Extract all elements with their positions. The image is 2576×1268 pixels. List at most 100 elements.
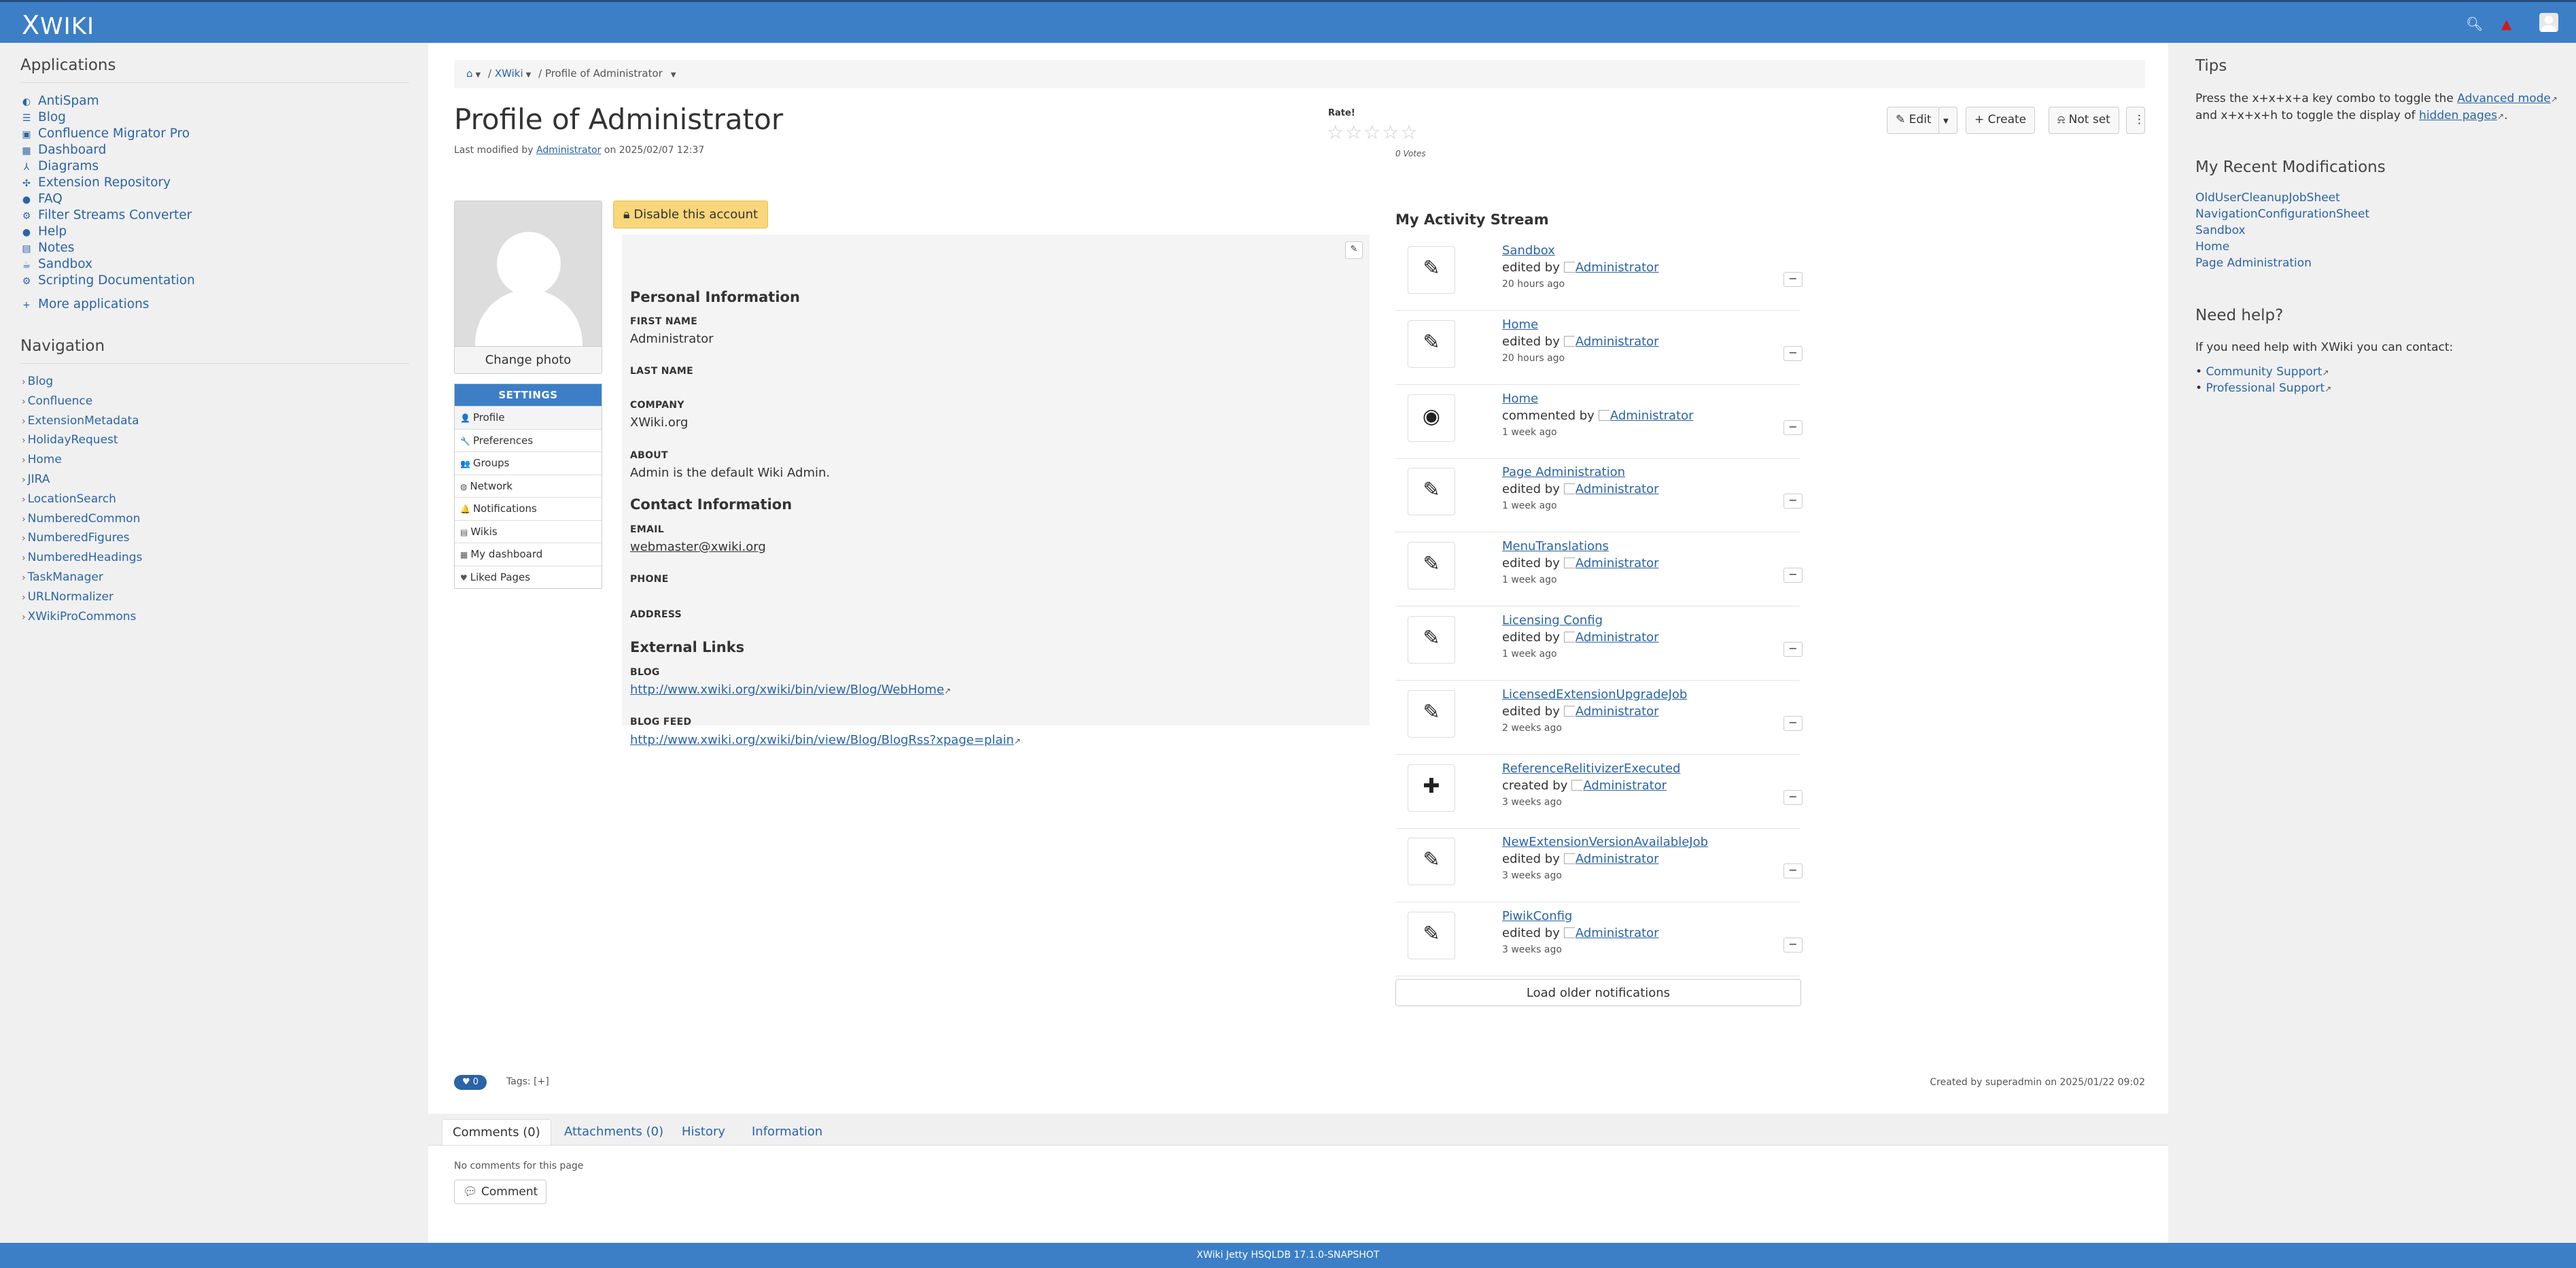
chevron-right-icon[interactable]: ›: [22, 572, 26, 583]
tab-information[interactable]: Information: [742, 1119, 833, 1145]
nav-item-numberedcommon[interactable]: › NumberedCommon: [22, 512, 140, 526]
chevron-right-icon[interactable]: ›: [22, 514, 26, 525]
activity-user-link[interactable]: Administrator: [1583, 778, 1667, 793]
tab-comments[interactable]: Comments (0): [442, 1119, 551, 1146]
blog-feed-link[interactable]: http://www.xwiki.org/xwiki/bin/view/Blog…: [630, 733, 1021, 747]
collapse-icon[interactable]: −: [1783, 494, 1803, 509]
collapse-icon[interactable]: −: [1783, 715, 1803, 731]
nav-item-holidayrequest[interactable]: › HolidayRequest: [22, 433, 118, 447]
recent-modification-link[interactable]: Page Administration: [2195, 256, 2312, 270]
disable-account-button[interactable]: 🔒︎ Disable this account: [613, 201, 769, 228]
chevron-down-icon[interactable]: ▼: [476, 71, 481, 79]
chevron-down-icon[interactable]: ▼: [671, 71, 676, 79]
chevron-right-icon[interactable]: ›: [22, 592, 26, 603]
user-avatar[interactable]: [2539, 13, 2558, 32]
app-link-notes[interactable]: ▤ Notes: [20, 241, 74, 255]
tab-history[interactable]: History: [672, 1119, 735, 1145]
tags[interactable]: Tags: [+]: [506, 1076, 549, 1087]
email-link[interactable]: webmaster@xwiki.org: [630, 540, 766, 554]
activity-user-link[interactable]: Administrator: [1576, 260, 1659, 275]
chevron-right-icon[interactable]: ›: [22, 416, 26, 427]
app-link-faq[interactable]: ● FAQ: [20, 192, 63, 206]
app-link-help[interactable]: ● Help: [20, 224, 67, 239]
chevron-right-icon[interactable]: ›: [22, 435, 26, 446]
create-button[interactable]: + Create: [1966, 107, 2036, 134]
edit-profile-button[interactable]: ✎: [1345, 241, 1363, 259]
nav-item-numberedheadings[interactable]: › NumberedHeadings: [22, 551, 142, 564]
collapse-icon[interactable]: −: [1783, 938, 1803, 953]
collapse-icon[interactable]: −: [1783, 419, 1803, 435]
search-icon[interactable]: 🔍︎: [2466, 16, 2483, 32]
load-older-notifications-button[interactable]: Load older notifications: [1395, 979, 1801, 1006]
activity-user-link[interactable]: Administrator: [1576, 482, 1659, 496]
settings-item-network[interactable]: ◍ Network: [455, 474, 602, 498]
hidden-pages-link[interactable]: hidden pages: [2419, 109, 2497, 122]
breadcrumb-space[interactable]: XWiki: [495, 67, 523, 80]
comment-button[interactable]: 💬︎ Comment: [454, 1180, 547, 1204]
edit-menu-toggle[interactable]: ▼: [1938, 107, 1957, 134]
settings-item-my-dashboard[interactable]: ▦ My dashboard: [455, 543, 602, 566]
advanced-mode-link[interactable]: Advanced mode: [2457, 92, 2551, 105]
more-applications-link[interactable]: + More applications: [20, 297, 149, 311]
activity-page-link[interactable]: NewExtensionVersionAvailableJob: [1502, 835, 1708, 849]
nav-item-confluence[interactable]: › Confluence: [22, 394, 92, 408]
app-link-scripting-documentation[interactable]: ⚙ Scripting Documentation: [20, 273, 195, 288]
app-link-diagrams[interactable]: ⅄ Diagrams: [20, 159, 99, 173]
xwiki-logo[interactable]: XWIKI: [22, 10, 94, 40]
nav-item-taskmanager[interactable]: › TaskManager: [22, 570, 103, 584]
chevron-right-icon[interactable]: ›: [22, 612, 26, 623]
settings-item-liked-pages[interactable]: ♥ Liked Pages: [455, 565, 602, 589]
activity-user-link[interactable]: Administrator: [1576, 630, 1659, 645]
app-link-confluence-migrator-pro[interactable]: ▣ Confluence Migrator Pro: [20, 126, 190, 141]
collapse-icon[interactable]: −: [1783, 789, 1803, 805]
app-link-filter-streams-converter[interactable]: ⚙ Filter Streams Converter: [20, 208, 192, 222]
chevron-down-icon[interactable]: ▼: [526, 71, 532, 79]
nav-item-home[interactable]: › Home: [22, 453, 62, 466]
recent-modification-link[interactable]: NavigationConfigurationSheet: [2195, 207, 2369, 221]
app-link-blog[interactable]: ☰ Blog: [20, 110, 66, 124]
activity-page-link[interactable]: Licensing Config: [1502, 613, 1603, 628]
nav-item-jira[interactable]: › JIRA: [22, 473, 50, 486]
settings-item-wikis[interactable]: ▤ Wikis: [455, 519, 602, 543]
rating-stars[interactable]: ☆☆☆☆☆: [1327, 121, 1419, 143]
activity-page-link[interactable]: Sandbox: [1502, 243, 1555, 258]
chevron-right-icon[interactable]: ›: [22, 455, 26, 466]
activity-user-link[interactable]: Administrator: [1576, 556, 1659, 570]
blog-link[interactable]: http://www.xwiki.org/xwiki/bin/view/Blog…: [630, 683, 951, 697]
watch-button[interactable]: ⍾ Not set: [2049, 107, 2119, 134]
settings-item-notifications[interactable]: 🔔 Notifications: [455, 497, 602, 520]
app-link-antispam[interactable]: ◐ AntiSpam: [20, 94, 99, 108]
activity-page-link[interactable]: MenuTranslations: [1502, 539, 1609, 553]
last-modified-user-link[interactable]: Administrator: [536, 145, 601, 156]
bell-icon[interactable]: ▲: [2501, 16, 2511, 32]
like-button[interactable]: ♥ 0: [454, 1075, 487, 1090]
settings-item-groups[interactable]: 👥 Groups: [455, 451, 602, 475]
help-link-professional-support[interactable]: • Professional Support↗: [2195, 381, 2331, 395]
collapse-icon[interactable]: −: [1783, 863, 1803, 879]
more-actions-button[interactable]: ⋮: [2126, 107, 2145, 134]
activity-page-link[interactable]: Page Administration: [1502, 465, 1625, 479]
activity-user-link[interactable]: Administrator: [1576, 335, 1659, 349]
recent-modification-link[interactable]: Sandbox: [2195, 224, 2246, 237]
activity-user-link[interactable]: Administrator: [1610, 409, 1694, 423]
chevron-right-icon[interactable]: ›: [22, 533, 26, 544]
recent-modification-link[interactable]: Home: [2195, 240, 2229, 254]
help-link-community-support[interactable]: • Community Support↗: [2195, 365, 2329, 379]
activity-page-link[interactable]: Home: [1502, 318, 1538, 332]
nav-item-extensionmetadata[interactable]: › ExtensionMetadata: [22, 414, 139, 428]
chevron-right-icon[interactable]: ›: [22, 553, 26, 564]
activity-page-link[interactable]: PiwikConfig: [1502, 909, 1572, 923]
settings-item-preferences[interactable]: 🔧 Preferences: [455, 428, 602, 452]
app-link-sandbox[interactable]: ☕ Sandbox: [20, 257, 92, 271]
nav-item-blog[interactable]: › Blog: [22, 375, 53, 388]
nav-item-urlnormalizer[interactable]: › URLNormalizer: [22, 590, 114, 604]
nav-item-numberedfigures[interactable]: › NumberedFigures: [22, 531, 130, 545]
recent-modification-link[interactable]: OldUserCleanupJobSheet: [2195, 191, 2340, 205]
edit-button[interactable]: ✎ Edit: [1887, 107, 1940, 134]
collapse-icon[interactable]: −: [1783, 568, 1803, 583]
chevron-right-icon[interactable]: ›: [22, 377, 26, 388]
activity-user-link[interactable]: Administrator: [1576, 926, 1659, 940]
change-photo-button[interactable]: Change photo: [455, 346, 602, 373]
collapse-icon[interactable]: −: [1783, 272, 1803, 287]
activity-user-link[interactable]: Administrator: [1576, 852, 1659, 866]
